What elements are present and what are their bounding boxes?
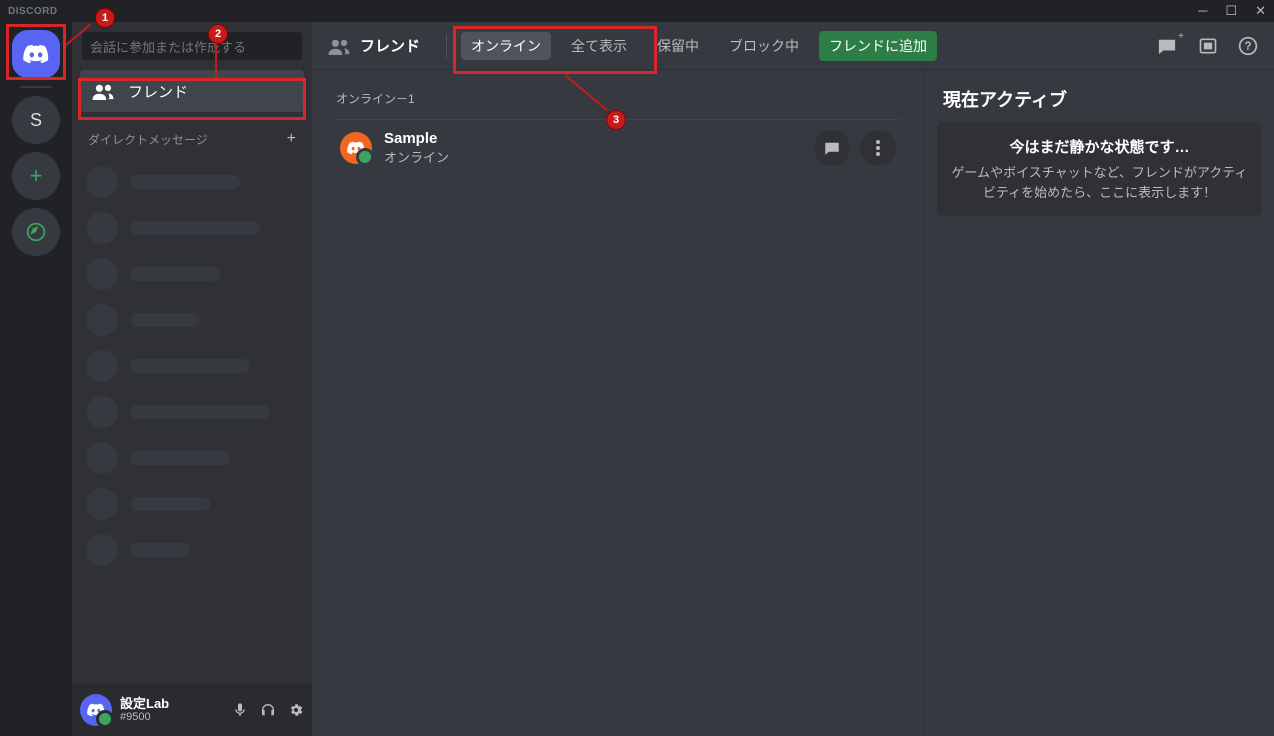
headphones-icon bbox=[260, 702, 276, 718]
server-initial: S bbox=[30, 110, 42, 131]
friend-name: Sample bbox=[384, 130, 449, 147]
add-server-button[interactable]: + bbox=[12, 152, 60, 200]
help-icon: ? bbox=[1238, 36, 1258, 56]
user-tag: #9500 bbox=[120, 711, 224, 724]
chat-bubble-icon bbox=[1156, 37, 1178, 55]
friends-list: オンライン－1 Sample オンライン bbox=[312, 70, 924, 736]
rail-separator bbox=[20, 86, 52, 88]
message-friend-button[interactable] bbox=[814, 130, 850, 166]
activity-empty-title: 今はまだ静かな状態です… bbox=[949, 136, 1250, 157]
home-button[interactable] bbox=[12, 30, 60, 78]
dm-placeholder bbox=[80, 392, 304, 432]
online-count-label: オンライン－1 bbox=[336, 90, 904, 107]
dm-placeholder bbox=[80, 484, 304, 524]
activity-empty-body: ゲームやボイスチャットなど、フレンドがアクティビティを始めたら、ここに表示します… bbox=[949, 163, 1250, 202]
discord-logo-icon bbox=[347, 141, 365, 155]
titlebar: DISCORD ─ ☐ ✕ bbox=[0, 0, 1274, 22]
dm-placeholder bbox=[80, 346, 304, 386]
tab-pending[interactable]: 保留中 bbox=[647, 32, 709, 60]
window-controls: ─ ☐ ✕ bbox=[1198, 3, 1266, 19]
friend-avatar bbox=[340, 132, 372, 164]
dm-placeholder bbox=[80, 300, 304, 340]
user-avatar[interactable] bbox=[80, 694, 112, 726]
deafen-button[interactable] bbox=[260, 702, 276, 718]
topbar: フレンド オンライン 全て表示 保留中 ブロック中 フレンドに追加 ? bbox=[312, 22, 1274, 70]
compass-icon bbox=[26, 222, 46, 242]
dm-list bbox=[72, 162, 312, 570]
maximize-button[interactable]: ☐ bbox=[1225, 3, 1237, 19]
app-logo-text: DISCORD bbox=[8, 6, 58, 17]
minimize-button[interactable]: ─ bbox=[1198, 3, 1207, 19]
friend-more-button[interactable] bbox=[860, 130, 896, 166]
server-item-s[interactable]: S bbox=[12, 96, 60, 144]
chat-icon bbox=[823, 140, 841, 156]
activity-panel: 現在アクティブ 今はまだ静かな状態です… ゲームやボイスチャットなど、フレンドが… bbox=[924, 70, 1274, 736]
user-info: 設定Lab #9500 bbox=[120, 696, 224, 725]
friends-icon bbox=[92, 82, 114, 100]
annotation-marker-1: 1 bbox=[95, 8, 115, 28]
friend-info: Sample オンライン bbox=[384, 130, 449, 166]
mic-icon bbox=[232, 702, 248, 718]
svg-text:?: ? bbox=[1244, 40, 1251, 53]
discord-logo-icon bbox=[23, 44, 49, 64]
annotation-marker-2: 2 bbox=[208, 24, 228, 44]
dm-placeholder bbox=[80, 162, 304, 202]
plus-icon: + bbox=[30, 163, 43, 189]
annotation-marker-3: 3 bbox=[606, 110, 626, 130]
new-group-dm-button[interactable] bbox=[1156, 37, 1178, 55]
help-button[interactable]: ? bbox=[1238, 36, 1258, 56]
user-name: 設定Lab bbox=[120, 696, 224, 712]
activity-empty-card: 今はまだ静かな状態です… ゲームやボイスチャットなど、フレンドがアクティビティを… bbox=[937, 122, 1262, 216]
gear-icon bbox=[288, 702, 304, 718]
topbar-title: フレンド bbox=[328, 35, 420, 56]
close-button[interactable]: ✕ bbox=[1255, 3, 1266, 19]
inbox-button[interactable] bbox=[1198, 36, 1218, 56]
dm-placeholder bbox=[80, 530, 304, 570]
tab-add-friend[interactable]: フレンドに追加 bbox=[819, 31, 937, 61]
channel-sidebar: 会話に参加または作成する フレンド ダイレクトメッセージ + 設定L bbox=[72, 22, 312, 736]
dm-header: ダイレクトメッセージ + bbox=[72, 116, 312, 154]
dm-placeholder bbox=[80, 254, 304, 294]
discord-logo-icon bbox=[87, 703, 105, 717]
user-panel: 設定Lab #9500 bbox=[72, 684, 312, 736]
dm-search-input[interactable]: 会話に参加または作成する bbox=[82, 32, 302, 60]
dm-placeholder bbox=[80, 208, 304, 248]
settings-button[interactable] bbox=[288, 702, 304, 718]
dm-header-label: ダイレクトメッセージ bbox=[88, 131, 208, 148]
tab-online[interactable]: オンライン bbox=[461, 32, 551, 60]
dm-placeholder bbox=[80, 438, 304, 478]
explore-servers-button[interactable] bbox=[12, 208, 60, 256]
create-dm-button[interactable]: + bbox=[287, 130, 296, 148]
friends-nav-item[interactable]: フレンド bbox=[80, 70, 304, 112]
more-vertical-icon bbox=[876, 140, 880, 156]
friends-icon bbox=[328, 37, 350, 55]
server-rail: S + bbox=[0, 22, 72, 736]
divider bbox=[446, 34, 447, 58]
friend-status: オンライン bbox=[384, 147, 449, 166]
mute-mic-button[interactable] bbox=[232, 702, 248, 718]
tab-blocked[interactable]: ブロック中 bbox=[719, 32, 809, 60]
inbox-icon bbox=[1198, 36, 1218, 56]
topbar-title-text: フレンド bbox=[360, 35, 420, 56]
activity-title: 現在アクティブ bbox=[937, 86, 1262, 112]
tab-all[interactable]: 全て表示 bbox=[561, 32, 637, 60]
main-content: フレンド オンライン 全て表示 保留中 ブロック中 フレンドに追加 ? オンライ… bbox=[312, 22, 1274, 736]
annotation-line-2 bbox=[215, 44, 217, 78]
friends-nav-label: フレンド bbox=[128, 81, 188, 102]
